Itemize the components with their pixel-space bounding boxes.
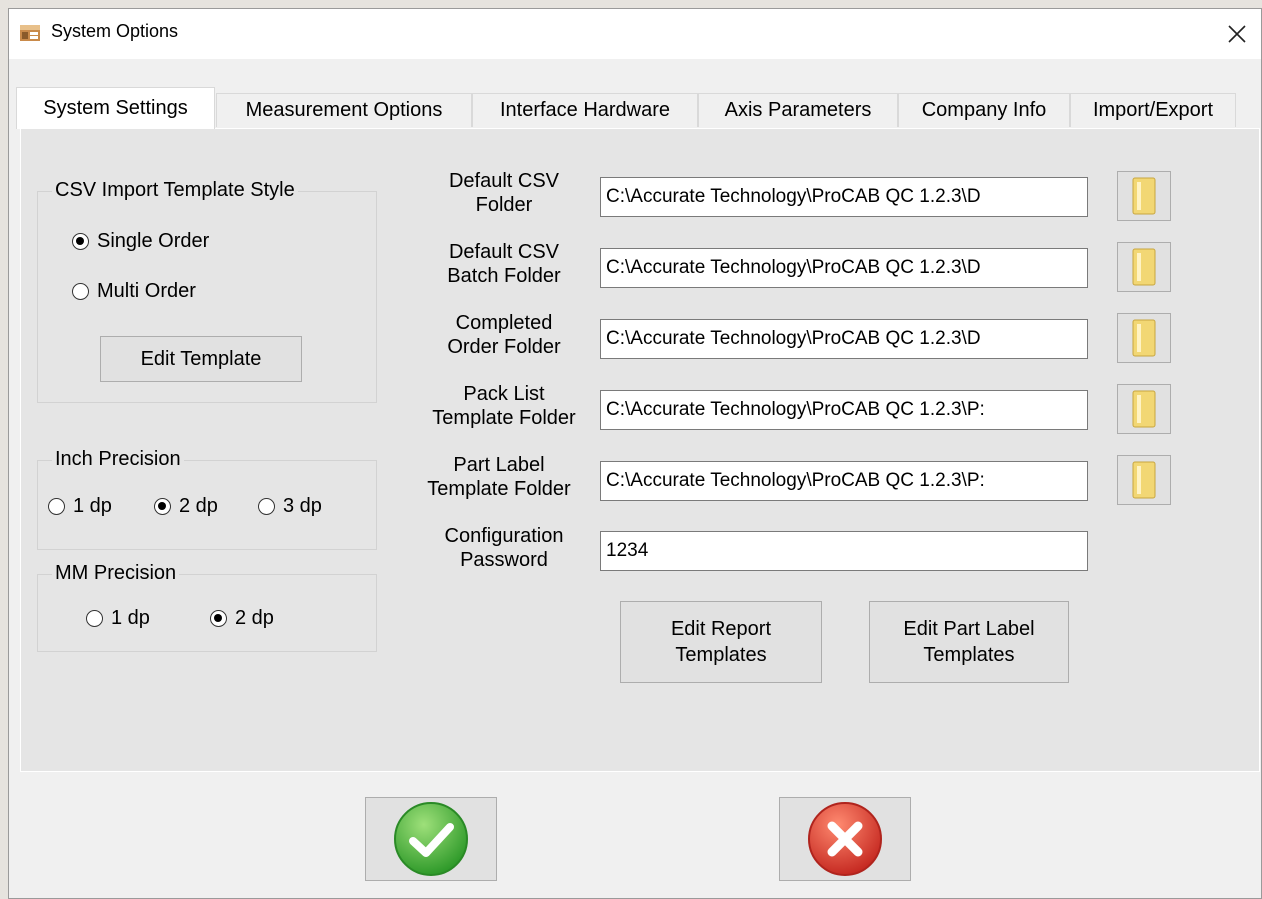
default-csv-batch-folder-input[interactable]: [600, 248, 1088, 288]
completed-order-folder-input[interactable]: [600, 319, 1088, 359]
single-order-label: Single Order: [97, 230, 210, 252]
default-csv-folder-label: Default CSV Folder: [448, 170, 560, 216]
radio-unchecked-icon: [258, 498, 275, 515]
radio-checked-icon: [154, 498, 171, 515]
browse-default-csv-batch-folder-button[interactable]: [1117, 242, 1171, 292]
inch-3dp-label: 3 dp: [283, 495, 322, 517]
inch-precision-legend: Inch Precision: [52, 448, 184, 471]
configuration-password-label: Configuration Password: [444, 525, 564, 571]
radio-unchecked-icon: [72, 283, 89, 300]
mm-precision-legend: MM Precision: [52, 562, 180, 585]
system-settings-panel: CSV Import Template Style Single Order M…: [20, 128, 1260, 772]
window-title: System Options: [51, 21, 179, 41]
mm-2dp-radio[interactable]: 2 dp: [210, 607, 274, 630]
inch-1dp-label: 1 dp: [73, 495, 112, 517]
green-checkmark-icon: [394, 802, 468, 876]
inch-1dp-radio[interactable]: 1 dp: [48, 495, 112, 518]
inch-precision-group: Inch Precision 1 dp 2 dp 3 dp: [37, 448, 377, 550]
pack-list-template-folder-label: Pack List Template Folder: [432, 383, 576, 429]
folder-icon: [1132, 248, 1156, 286]
ok-button[interactable]: [365, 797, 497, 881]
edit-part-label-templates-button[interactable]: Edit Part Label Templates: [869, 601, 1069, 683]
configuration-password-input[interactable]: [600, 531, 1088, 571]
radio-unchecked-icon: [86, 610, 103, 627]
tab-strip: System Settings Measurement Options Inte…: [16, 87, 1236, 129]
close-icon: [1228, 25, 1246, 43]
mm-1dp-radio[interactable]: 1 dp: [86, 607, 150, 630]
csv-template-legend: CSV Import Template Style: [52, 179, 298, 202]
pack-list-template-folder-input[interactable]: [600, 390, 1088, 430]
title-bar: System Options: [9, 9, 1261, 59]
mm-precision-group: MM Precision 1 dp 2 dp: [37, 562, 377, 652]
tab-import-export[interactable]: Import/Export: [1070, 93, 1236, 127]
default-csv-folder-input[interactable]: [600, 177, 1088, 217]
browse-default-csv-folder-button[interactable]: [1117, 171, 1171, 221]
folder-icon: [1132, 177, 1156, 215]
part-label-template-folder-input[interactable]: [600, 461, 1088, 501]
cancel-button[interactable]: [779, 797, 911, 881]
tab-system-settings[interactable]: System Settings: [16, 87, 215, 129]
default-csv-batch-folder-label: Default CSV Batch Folder: [447, 241, 561, 287]
mm-2dp-label: 2 dp: [235, 607, 274, 629]
multi-order-radio[interactable]: Multi Order: [72, 280, 196, 303]
completed-order-folder-label: Completed Order Folder: [447, 312, 561, 358]
single-order-radio[interactable]: Single Order: [72, 230, 209, 253]
folder-icon: [1132, 390, 1156, 428]
tab-interface-hardware[interactable]: Interface Hardware: [472, 93, 698, 127]
radio-checked-icon: [72, 233, 89, 250]
radio-unchecked-icon: [48, 498, 65, 515]
tab-company-info[interactable]: Company Info: [898, 93, 1070, 127]
browse-part-label-template-folder-button[interactable]: [1117, 455, 1171, 505]
red-x-icon: [808, 802, 882, 876]
mm-1dp-label: 1 dp: [111, 607, 150, 629]
tab-measurement-options[interactable]: Measurement Options: [216, 93, 472, 127]
csv-template-group: CSV Import Template Style Single Order M…: [37, 179, 377, 403]
browse-pack-list-template-folder-button[interactable]: [1117, 384, 1171, 434]
folder-icon: [1132, 319, 1156, 357]
part-label-template-folder-label: Part Label Template Folder: [427, 454, 571, 500]
inch-3dp-radio[interactable]: 3 dp: [258, 495, 322, 518]
inch-2dp-label: 2 dp: [179, 495, 218, 517]
radio-checked-icon: [210, 610, 227, 627]
app-icon: [20, 25, 40, 41]
system-options-window: System Options System Settings Measureme…: [8, 8, 1262, 899]
tab-axis-parameters[interactable]: Axis Parameters: [698, 93, 898, 127]
edit-report-templates-button[interactable]: Edit Report Templates: [620, 601, 822, 683]
multi-order-label: Multi Order: [97, 280, 196, 302]
folder-icon: [1132, 461, 1156, 499]
browse-completed-order-folder-button[interactable]: [1117, 313, 1171, 363]
edit-template-button[interactable]: Edit Template: [100, 336, 302, 382]
inch-2dp-radio[interactable]: 2 dp: [154, 495, 218, 518]
close-button[interactable]: [1213, 9, 1261, 59]
